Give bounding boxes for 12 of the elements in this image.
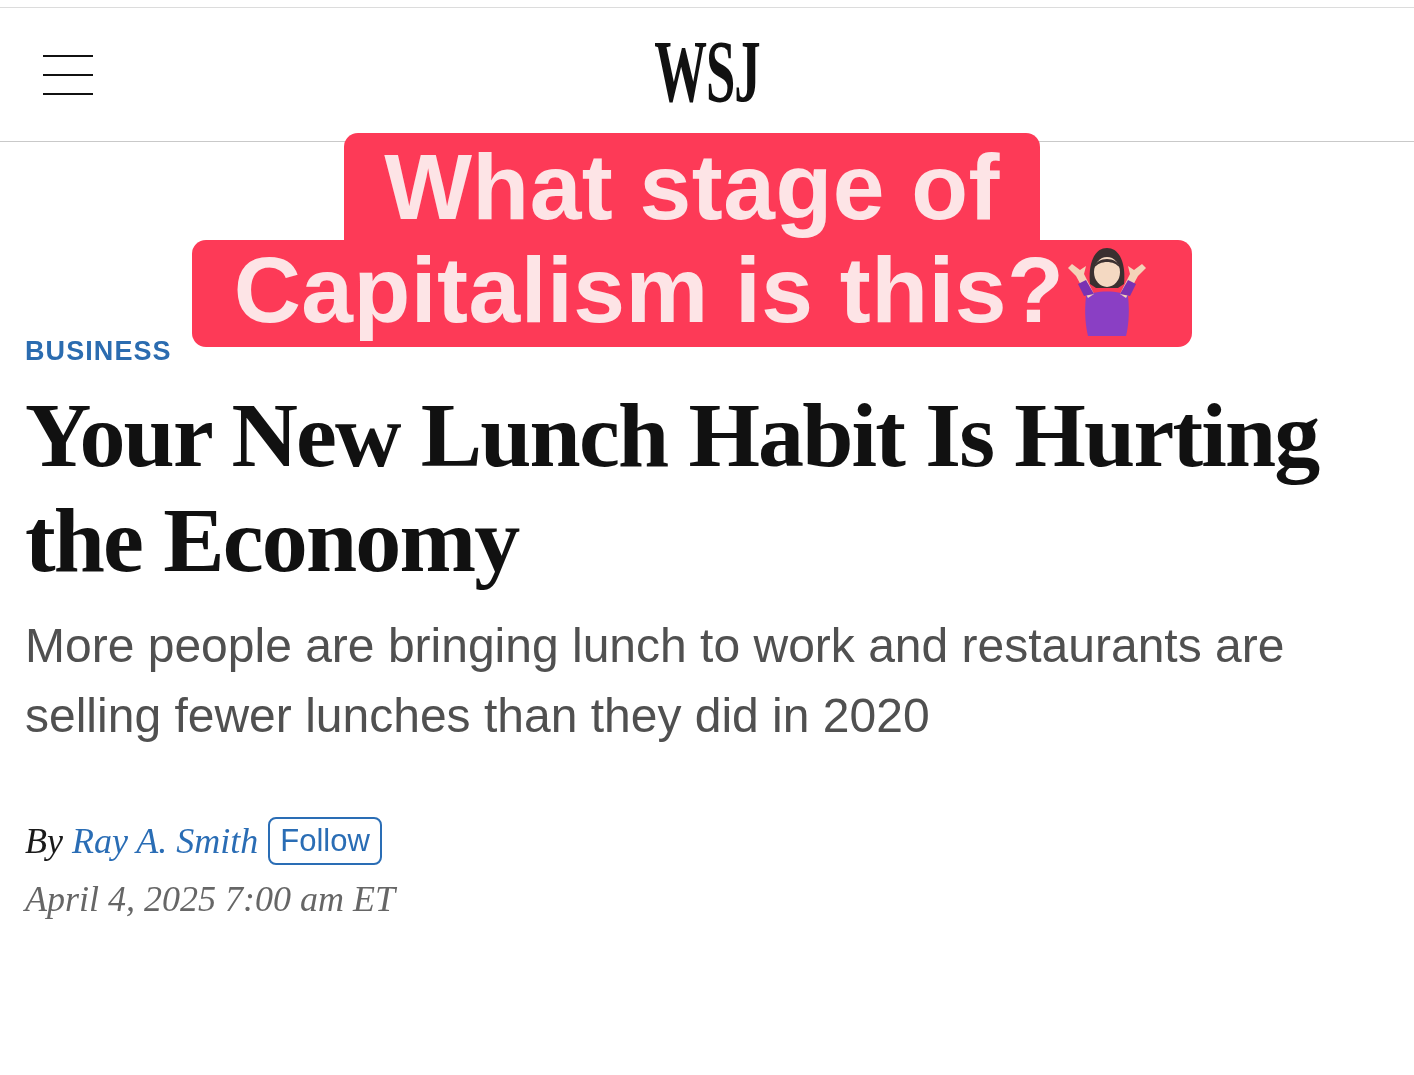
wsj-logo[interactable]: WSJ [654,27,760,122]
section-label[interactable]: BUSINESS [25,335,172,367]
follow-button[interactable]: Follow [268,817,382,865]
caption-text: What stage of [384,137,1000,237]
headline: Your New Lunch Habit Is Hurting the Economy [25,383,1320,593]
menu-icon [43,54,93,95]
caption-text: Capitalism is this? [233,240,1065,340]
subheadline: More people are bringing lunch to work and restaurants are selling fewer lunches than they did in 2020 [25,618,1286,744]
menu-button[interactable] [43,54,93,95]
author-link[interactable]: Ray A. Smith [71,821,259,861]
publish-date: April 4, 2025 7:00 am ET [25,878,395,921]
byline-prefix: By [25,821,63,861]
